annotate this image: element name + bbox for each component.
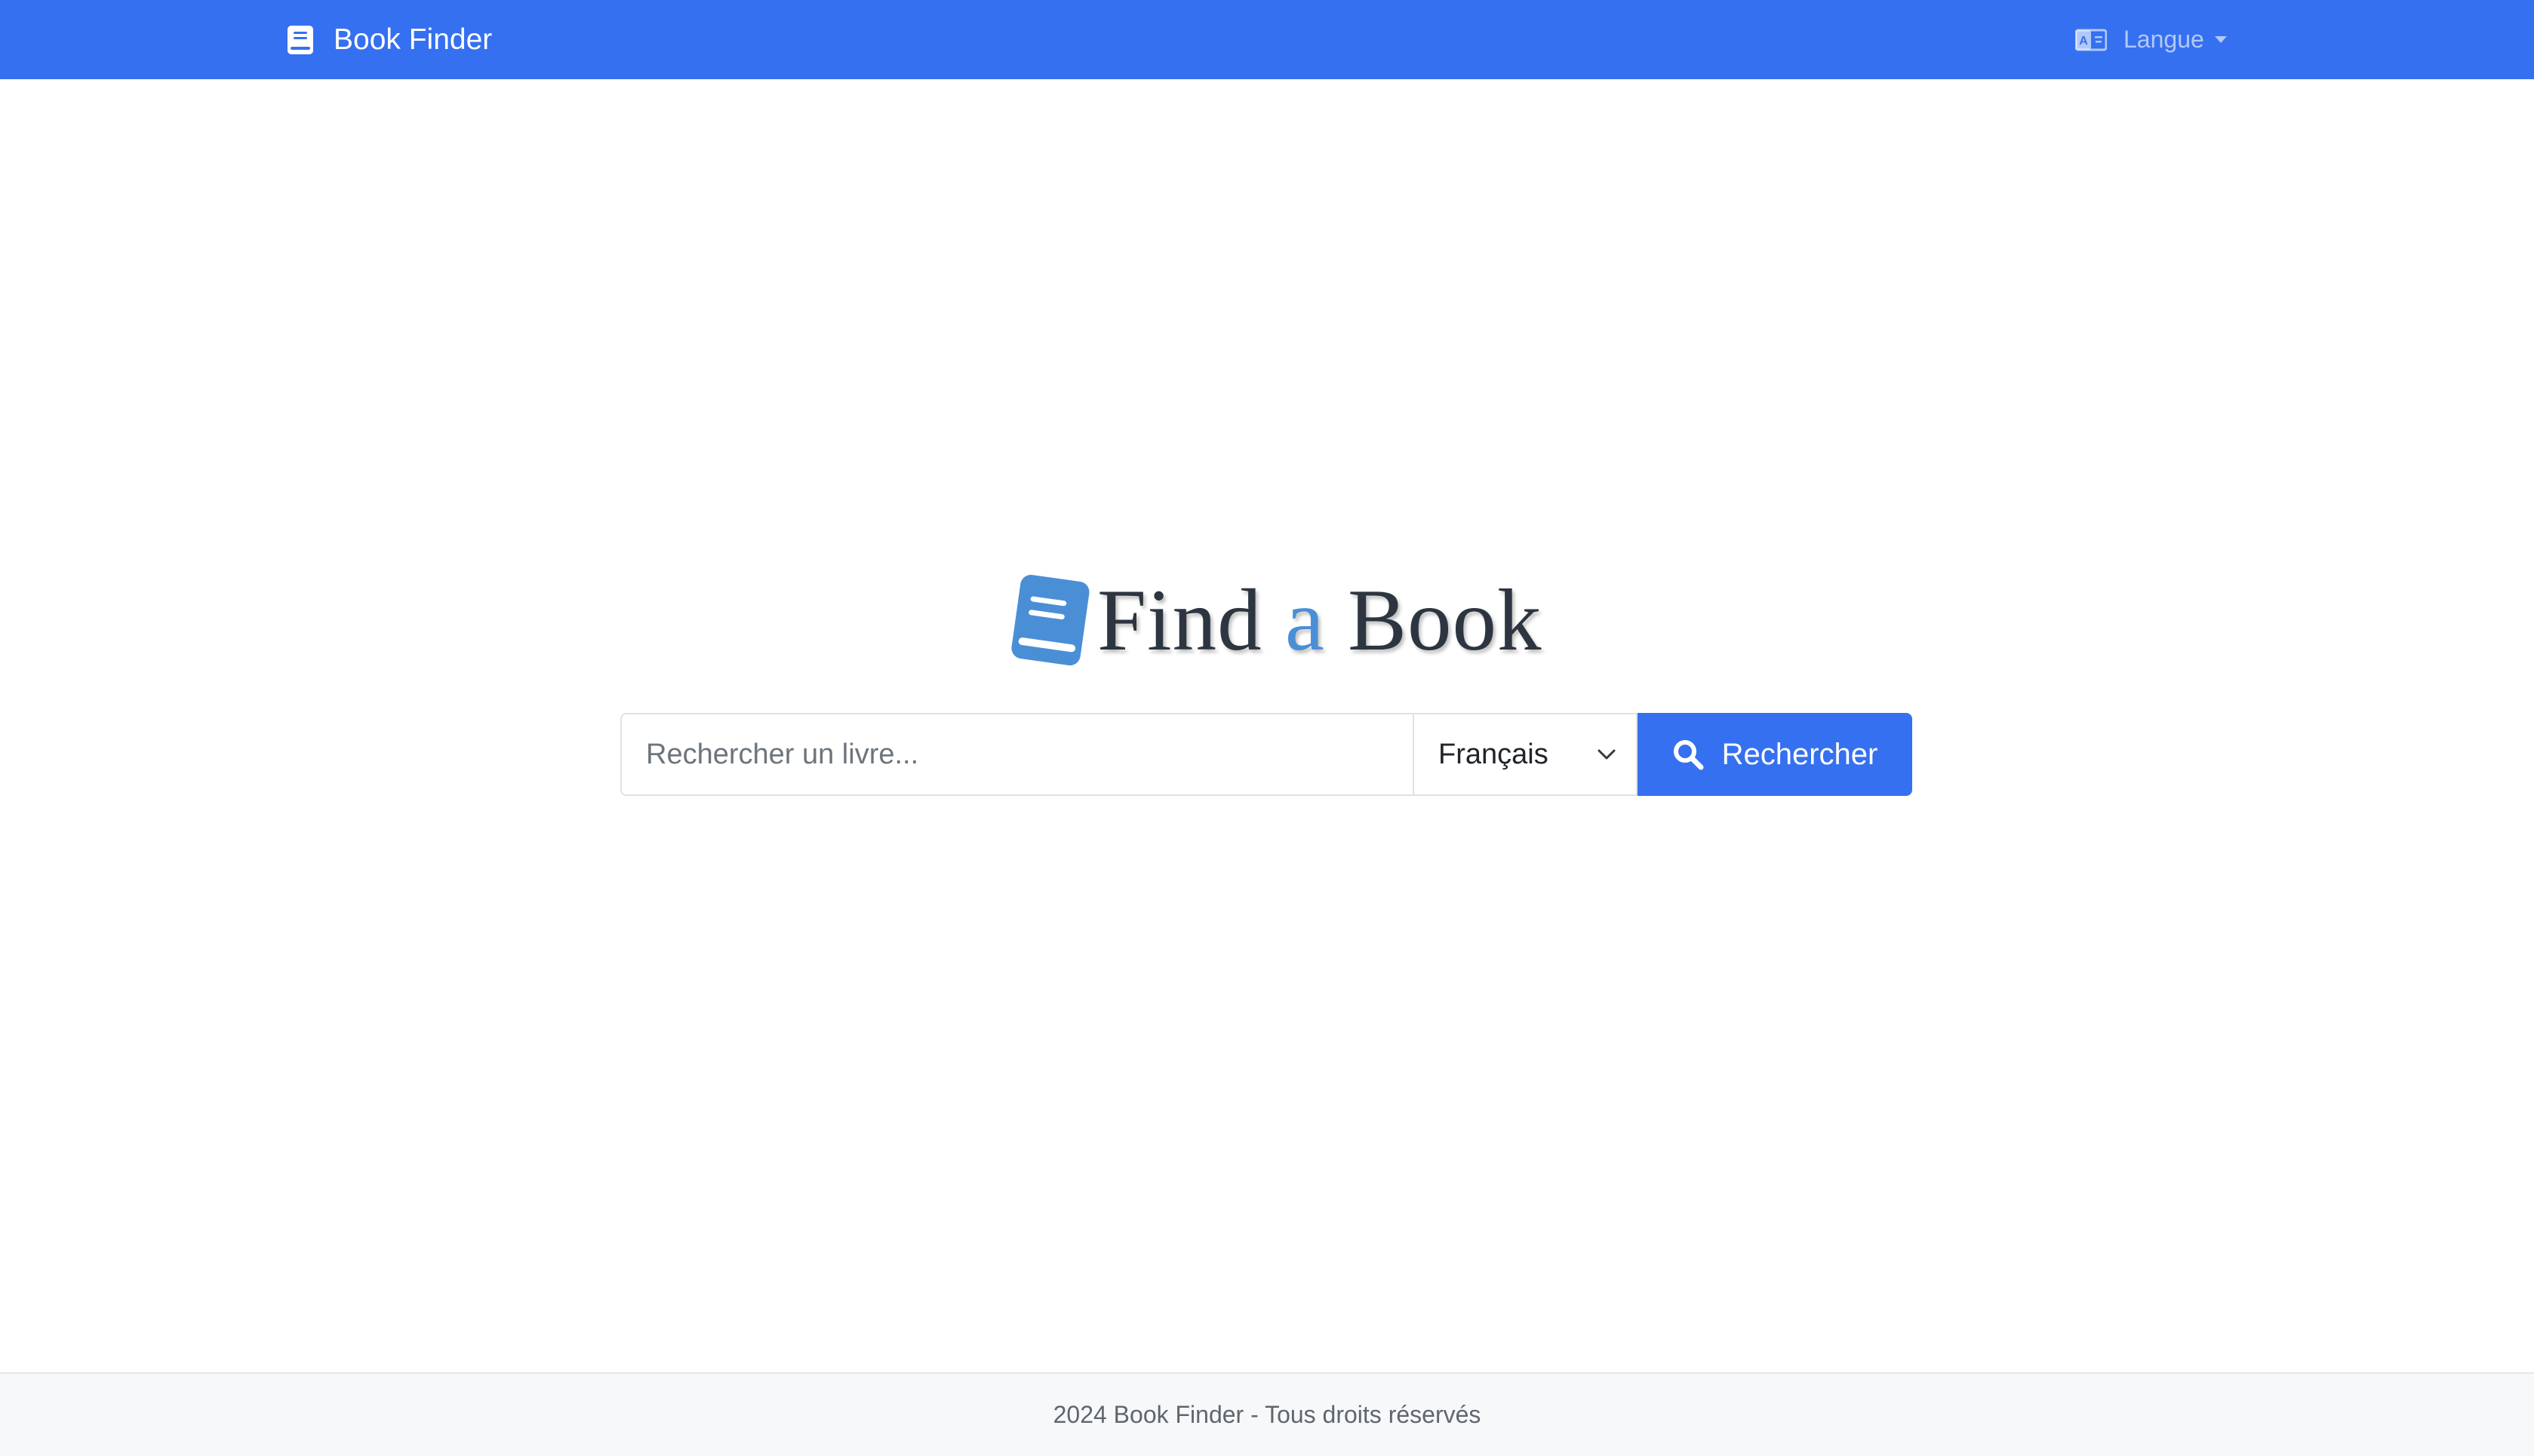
book-icon [1008, 572, 1093, 668]
search-button[interactable]: Rechercher [1638, 713, 1912, 796]
footer: 2024 Book Finder - Tous droits réservés [0, 1372, 2534, 1456]
book-icon [285, 24, 317, 56]
page: Book Finder A Langue Find a Book Recherc… [0, 0, 2534, 1456]
language-label: Langue [2123, 26, 2204, 53]
search-button-label: Rechercher [1721, 737, 1878, 771]
hero-title-part2: Book [1348, 571, 1542, 669]
caret-down-icon [2214, 36, 2227, 43]
language-select[interactable]: Français [1413, 713, 1638, 796]
hero-title-accent: a [1284, 571, 1325, 669]
translate-icon: A [2074, 29, 2108, 51]
language-dropdown[interactable]: A Langue [2074, 0, 2227, 79]
chevron-down-icon [1597, 748, 1616, 760]
language-select-value: Français [1438, 738, 1548, 770]
svg-text:A: A [2079, 35, 2088, 48]
footer-text: 2024 Book Finder - Tous droits réservés [1053, 1401, 1481, 1428]
hero-title: Find a Book [1097, 576, 1542, 665]
search-input[interactable] [620, 713, 1413, 796]
brand-link[interactable]: Book Finder [285, 0, 492, 79]
navbar: Book Finder A Langue [0, 0, 2534, 79]
brand-label: Book Finder [334, 23, 493, 56]
search-form: Français Rechercher [620, 713, 1912, 796]
hero-title-part1: Find [1097, 571, 1262, 669]
search-icon [1672, 739, 1704, 770]
hero-logo: Find a Book [1008, 571, 1542, 669]
